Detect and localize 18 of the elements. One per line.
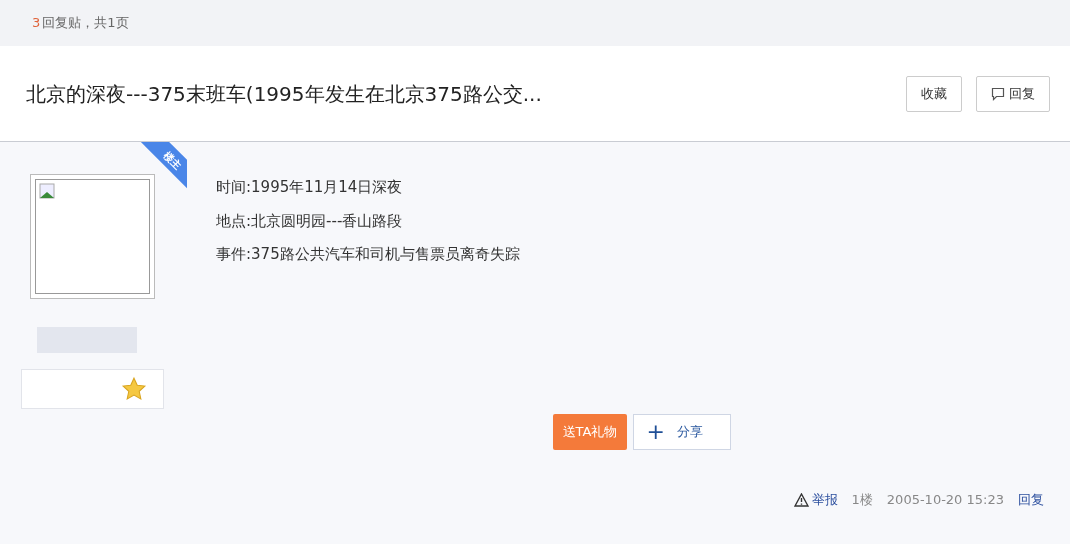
reply-count: 3 [32,14,41,33]
comment-icon [991,86,1005,101]
share-button[interactable]: + 分享 [633,414,732,450]
reply-button[interactable]: 回复 [976,75,1050,112]
warning-icon [793,492,809,507]
post-line: 时间:1995年11月14日深夜 [216,177,404,198]
badge-text: 楼主 [161,148,185,173]
reply-link[interactable]: 回复 [1018,490,1044,510]
post-line: 事件:375路公共汽车和司机与售票员离奇失踪 [216,244,521,265]
report-link[interactable]: 举报 [793,490,838,510]
post-line: 地点:北京圆明园---香山路段 [216,210,404,232]
page-info: 回复贴，共1页 [42,14,129,33]
favorite-button[interactable]: 收藏 [906,75,962,112]
thread-title: 北京的深夜---375末班车(1995年发生在北京375路公交... [26,80,543,108]
broken-image-icon [39,183,57,201]
floor-number: 1楼 [851,491,873,509]
star-icon [121,376,147,402]
post-time: 2005-10-20 15:23 [886,491,1004,509]
